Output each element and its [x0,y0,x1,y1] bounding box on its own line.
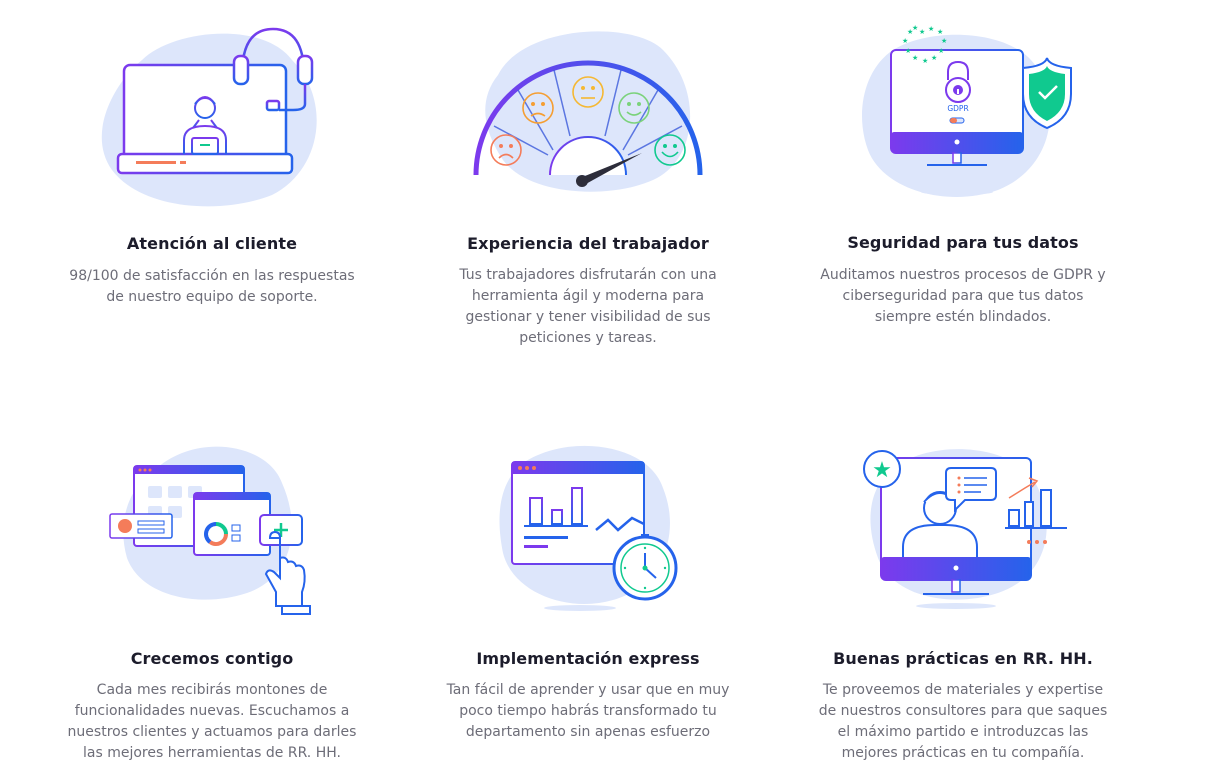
shadow [921,189,993,195]
feature-description: 98/100 de satisfacción en las respuestas… [69,268,355,305]
feature-description: Te proveemos de materiales y expertise d… [818,682,1108,761]
feature-card-hr-best-practices: ★ Buenas prácticas en RR. HH. Te proveem… [783,438,1143,768]
satisfaction-gauge-illustration [473,31,703,192]
shadow [916,603,996,609]
hr-consultant-illustration: ★ [863,449,1067,609]
svg-text:★: ★ [931,54,937,62]
feature-title: Atención al cliente [126,234,298,253]
gdpr-label: GDPR [947,104,968,113]
feature-title: Seguridad para tus datos [847,233,1079,252]
shadow [544,605,616,611]
data-security-illustration: ★ ★ ★ ★★★ ★★★ ★★★ GDPR [861,24,1072,197]
feature-title: Experiencia del trabajador [467,234,709,253]
svg-text:★: ★ [912,54,918,62]
feature-title: Crecemos contigo [130,649,294,668]
feature-description: Tan fácil de aprender y usar que en muy … [446,682,730,740]
feature-title: Implementación express [476,649,700,668]
feature-card-data-security: ★ ★ ★ ★ ★ ★ ★ ★ ★ ★ ★ ★ GDPR Seguridad para tus … [783,20,1143,330]
svg-text:★: ★ [912,24,918,32]
svg-text:★: ★ [941,37,947,45]
feature-description: Auditamos nuestros procesos de GDPR y ci… [820,267,1106,325]
shadow [172,577,252,583]
svg-text:★: ★ [872,458,892,483]
feature-card-customer-support: Atención al cliente 98/100 de satisfacci… [32,20,392,320]
feature-title: Buenas prácticas en RR. HH. [833,649,1093,668]
analytics-clock-illustration [499,445,678,611]
shadow [169,189,241,195]
svg-text:★: ★ [938,47,944,55]
svg-text:★: ★ [902,37,908,45]
svg-text:★: ★ [919,28,925,36]
svg-text:★: ★ [922,57,928,65]
svg-text:★: ★ [937,28,943,36]
shield-check-icon [1022,57,1072,130]
svg-text:★: ★ [905,47,911,55]
feature-card-employee-experience: Experiencia del trabajador Tus trabajado… [408,20,768,350]
dashboard-growth-illustration [109,446,311,615]
feature-description: Tus trabajadores disfrutarán con una her… [459,267,717,346]
feature-card-grow-together: Crecemos contigo Cada mes recibirás mont… [32,438,392,768]
feature-card-fast-implementation: Implementación express Tan fácil de apre… [408,438,768,748]
feature-description: Cada mes recibirás montones de funcional… [67,682,357,761]
svg-text:★: ★ [928,25,934,33]
star-badge-icon: ★ [863,450,901,488]
customer-support-illustration [101,27,317,207]
